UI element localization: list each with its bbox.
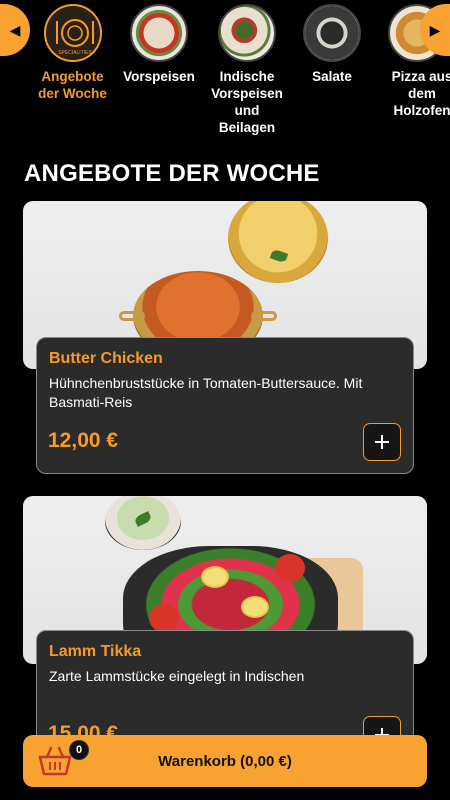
salad-thumbnail	[303, 4, 361, 62]
cart-button[interactable]: 0 Warenkorb (0,00 €)	[23, 735, 427, 787]
category-label: Angebote der Woche	[38, 69, 107, 101]
product-name: Lamm Tikka	[49, 643, 142, 660]
product-description: Hühnchenbruststücke in Tomaten-Buttersau…	[49, 375, 363, 410]
lemon-slice-graphic	[241, 596, 269, 618]
product-name: Butter Chicken	[49, 350, 163, 367]
add-to-cart-button[interactable]	[363, 423, 401, 461]
product-price: 12,00 €	[48, 429, 119, 452]
category-label: Pizza aus dem Holzofen	[391, 69, 450, 118]
category-salate[interactable]: Salate	[291, 0, 373, 85]
product-description: Zarte Lammstücke eingelegt in Indischen	[49, 668, 305, 684]
category-label: Vorspeisen	[123, 69, 195, 84]
lemon-slice-graphic	[201, 566, 229, 588]
cart-count-badge: 0	[69, 740, 89, 760]
product-card[interactable]: Lamm Tikka Zarte Lammstücke eingelegt in…	[23, 496, 427, 767]
starter-dish-thumbnail	[130, 4, 188, 62]
chevron-left-icon: ◀	[9, 21, 21, 38]
tomato-graphic	[149, 604, 179, 632]
cart-label: Warenkorb (0,00 €)	[158, 752, 292, 770]
category-label: Indische Vorspeisen und Beilagen	[211, 69, 283, 135]
specialities-badge-text: SPECIALITIES	[58, 50, 92, 56]
chevron-right-icon: ▶	[429, 21, 441, 38]
tomato-graphic	[275, 554, 305, 582]
category-indische-vorspeisen[interactable]: Indische Vorspeisen und Beilagen	[206, 0, 288, 136]
specialities-icon: SPECIALITIES	[43, 4, 102, 62]
pot-handle-graphic	[119, 311, 145, 321]
pot-handle-graphic	[251, 311, 277, 321]
section-title: ANGEBOTE DER WOCHE	[24, 160, 320, 187]
rice-bowl-graphic	[228, 201, 328, 283]
category-carousel: ◀ SPECIALITIES Angebote der Woche Vorspe…	[0, 0, 450, 150]
basket-icon: 0	[37, 740, 89, 777]
indian-starter-thumbnail	[218, 4, 276, 62]
category-angebote[interactable]: SPECIALITIES Angebote der Woche	[30, 0, 115, 102]
category-label: Salate	[312, 69, 352, 84]
product-card[interactable]: Butter Chicken Hühnchenbruststücke in To…	[23, 201, 427, 474]
scroll-left-button[interactable]: ◀	[0, 4, 30, 56]
category-vorspeisen[interactable]: Vorspeisen	[118, 0, 200, 85]
product-info: Butter Chicken Hühnchenbruststücke in To…	[36, 337, 414, 474]
plus-icon	[375, 435, 389, 449]
